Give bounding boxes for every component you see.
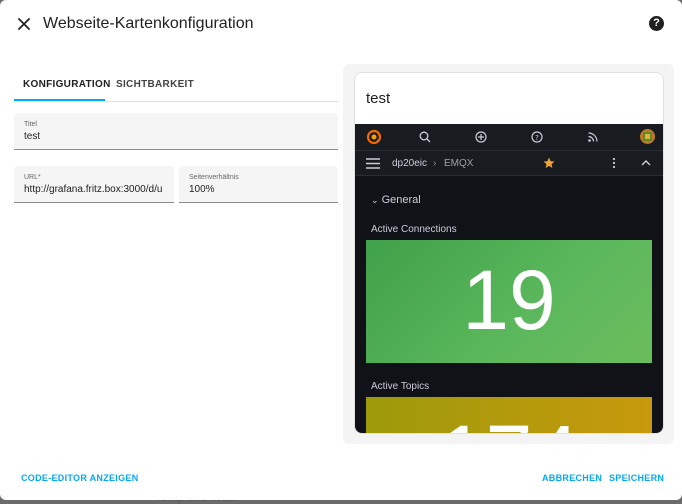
more-vertical-icon[interactable] bbox=[611, 157, 617, 169]
dashboard-row-general[interactable]: ⌄ General bbox=[371, 194, 421, 206]
user-avatar[interactable] bbox=[640, 129, 655, 144]
add-icon[interactable] bbox=[475, 131, 487, 143]
title-field-value: test bbox=[24, 131, 41, 142]
rss-icon[interactable] bbox=[587, 131, 599, 143]
config-tabs: KONFIGURATION SICHTBARKEIT bbox=[14, 71, 338, 102]
save-button[interactable]: SPEICHERN bbox=[609, 473, 664, 483]
breadcrumb-dashboard[interactable]: EMQX bbox=[444, 158, 473, 169]
stat-panel-connections[interactable]: 19 bbox=[366, 240, 652, 363]
grafana-iframe[interactable]: ? dp20eic › EMQX ⌄ General Active Connec… bbox=[355, 124, 663, 433]
close-button[interactable] bbox=[14, 14, 34, 34]
cancel-button[interactable]: ABBRECHEN bbox=[542, 473, 602, 483]
help-circle-icon[interactable]: ? bbox=[531, 131, 543, 143]
preview-card: test ? dp20eic › EMQX ⌄ General Active C… bbox=[354, 72, 664, 434]
aspect-ratio-field[interactable]: Seitenverhältnis 100% bbox=[179, 166, 338, 203]
grafana-topbar: ? bbox=[355, 124, 663, 151]
url-field-value: http://grafana.fritz.box:3000/d/u bbox=[24, 184, 163, 195]
panel-title-topics: Active Topics bbox=[371, 381, 430, 392]
stat-panel-topics[interactable]: 174 bbox=[366, 397, 652, 433]
url-field-label: URL* bbox=[24, 174, 41, 181]
help-icon[interactable]: ? bbox=[649, 16, 664, 31]
grafana-logo-icon[interactable] bbox=[366, 129, 382, 145]
search-icon[interactable] bbox=[419, 131, 431, 143]
stat-value-topics: 174 bbox=[366, 407, 652, 433]
stat-value-connections: 19 bbox=[462, 253, 556, 347]
close-icon bbox=[18, 18, 30, 30]
title-field[interactable]: Titel test bbox=[14, 113, 338, 150]
menu-icon[interactable] bbox=[366, 158, 380, 169]
aspect-ratio-field-label: Seitenverhältnis bbox=[189, 174, 239, 181]
aspect-ratio-field-value: 100% bbox=[189, 184, 215, 195]
dialog-title: Webseite-Kartenkonfiguration bbox=[43, 15, 254, 32]
breadcrumb-separator: › bbox=[433, 158, 437, 169]
title-field-label: Titel bbox=[24, 121, 37, 128]
code-editor-button[interactable]: CODE-EDITOR ANZEIGEN bbox=[21, 473, 139, 483]
grafana-navbar: dp20eic › EMQX bbox=[355, 151, 663, 176]
dialog-header: Webseite-Kartenkonfiguration ? bbox=[0, 0, 682, 50]
panel-title-connections: Active Connections bbox=[371, 224, 457, 235]
row-title: General bbox=[381, 194, 421, 206]
chevron-down-icon: ⌄ bbox=[371, 195, 379, 205]
svg-text:?: ? bbox=[535, 134, 539, 142]
preview-card-title: test bbox=[366, 90, 391, 107]
tab-configuration[interactable]: KONFIGURATION bbox=[23, 79, 111, 90]
tab-visibility[interactable]: SICHTBARKEIT bbox=[116, 79, 194, 90]
star-icon[interactable] bbox=[543, 157, 555, 169]
url-field[interactable]: URL* http://grafana.fritz.box:3000/d/u bbox=[14, 166, 174, 203]
active-tab-indicator bbox=[14, 99, 105, 101]
breadcrumb-folder[interactable]: dp20eic bbox=[392, 158, 427, 169]
chevron-up-icon[interactable] bbox=[641, 159, 651, 167]
card-config-dialog: Webseite-Kartenkonfiguration ? KONFIGURA… bbox=[0, 0, 682, 500]
